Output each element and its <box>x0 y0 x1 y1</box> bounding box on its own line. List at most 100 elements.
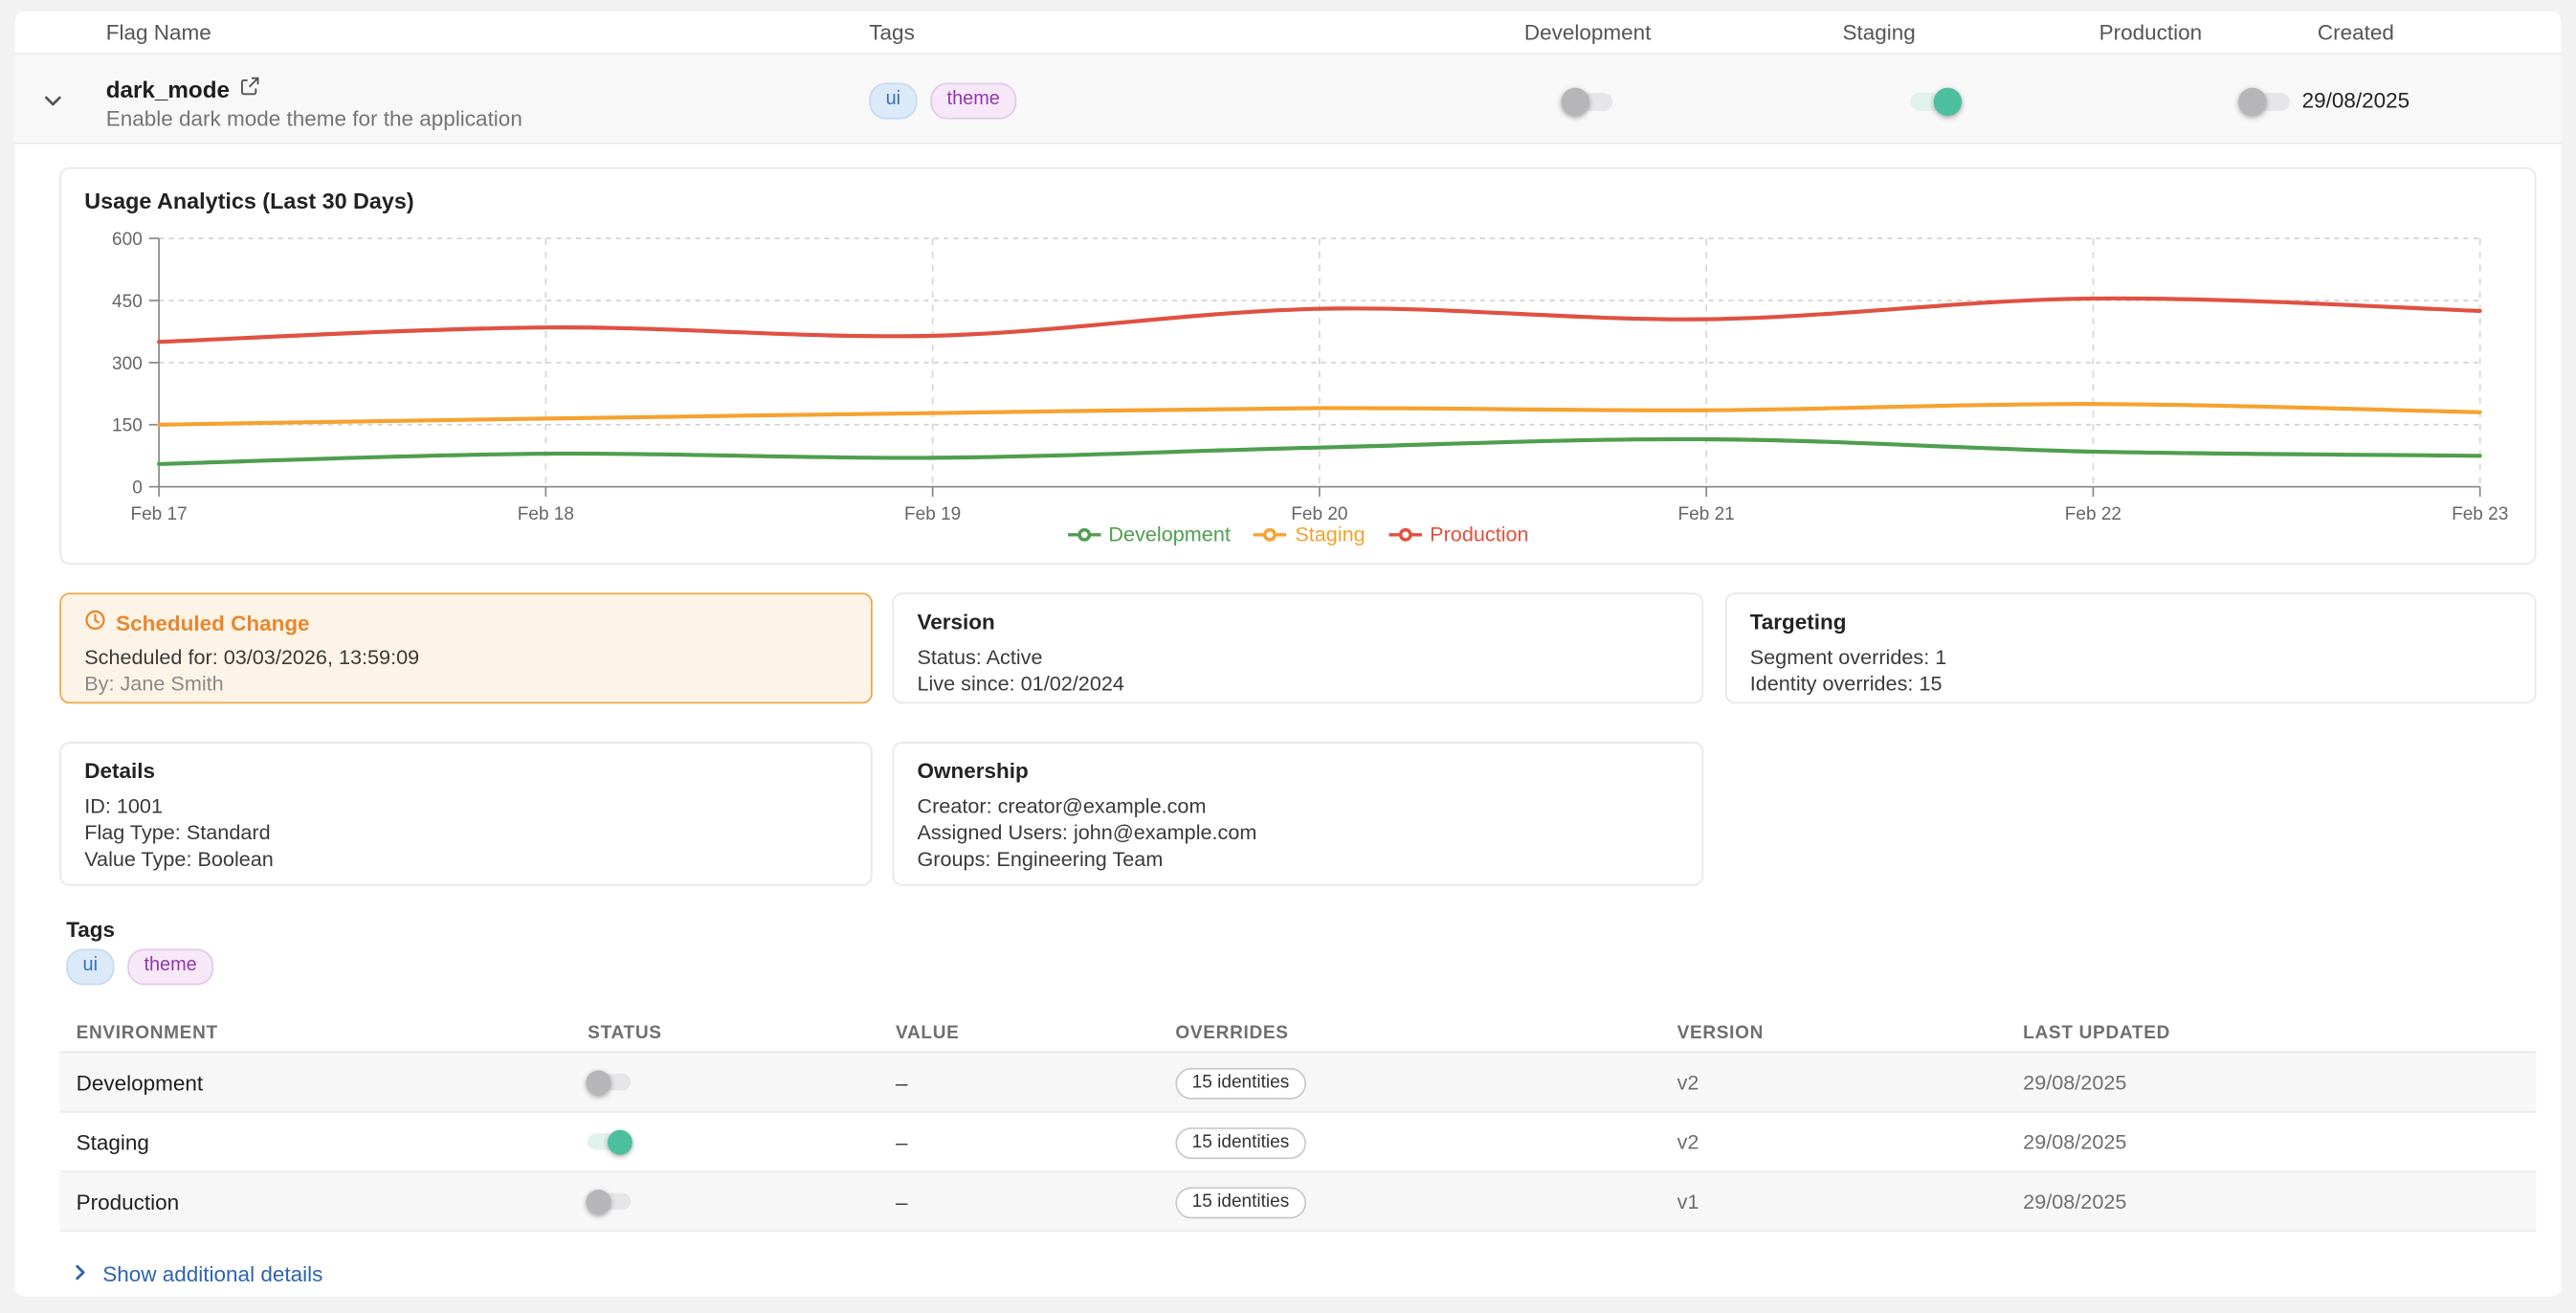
environment-name: Production <box>77 1189 180 1213</box>
value-cell: – <box>896 1189 908 1213</box>
chevron-down-icon[interactable] <box>41 89 64 121</box>
clock-icon <box>84 610 105 636</box>
legend-marker-icon <box>1254 526 1287 543</box>
svg-text:300: 300 <box>112 354 143 374</box>
last-updated-cell: 29/08/2025 <box>2023 1190 2126 1213</box>
overrides-badge[interactable]: 15 identities <box>1175 1187 1305 1218</box>
chevron-right-icon <box>71 1261 89 1286</box>
column-created: Created <box>2267 20 2446 45</box>
targeting-card: Targeting Segment overrides: 1 Identity … <box>1725 592 2537 703</box>
table-row-staging: Staging – 15 identities v2 29/08/2025 <box>59 1113 2536 1172</box>
overrides-badge[interactable]: 15 identities <box>1175 1126 1305 1158</box>
segment-overrides: Segment overrides: 1 <box>1750 644 2512 671</box>
column-staging: Staging <box>1780 20 1979 45</box>
legend-label: Staging <box>1295 523 1365 546</box>
svg-text:Feb 19: Feb 19 <box>904 504 961 523</box>
column-production: Production <box>2052 20 2251 45</box>
last-updated-cell: 29/08/2025 <box>2023 1130 2126 1153</box>
legend-item-staging: Staging <box>1254 523 1366 546</box>
version-cell: v1 <box>1677 1190 1699 1213</box>
svg-text:Feb 18: Feb 18 <box>518 504 574 523</box>
details-id: ID: 1001 <box>84 793 848 820</box>
svg-text:Feb 20: Feb 20 <box>1291 504 1347 523</box>
ownership-card: Ownership Creator: creator@example.com A… <box>893 742 1704 886</box>
legend-marker-icon <box>1388 526 1422 543</box>
chart-legend: Development Staging Production <box>61 523 2535 546</box>
table-row-development: Development – 15 identities v2 29/08/202… <box>59 1053 2536 1112</box>
version-live-since: Live since: 01/02/2024 <box>917 671 1678 698</box>
development-status-toggle[interactable] <box>588 1070 631 1095</box>
column-overrides: OVERRIDES <box>1175 1023 1288 1043</box>
svg-text:600: 600 <box>112 230 143 250</box>
ownership-creator: Creator: creator@example.com <box>917 793 1678 820</box>
ownership-assigned-users: Assigned Users: john@example.com <box>917 819 1678 846</box>
scheduled-by-text: By: Jane Smith <box>84 671 848 698</box>
line-chart-svg: 0 150 300 450 600 Feb 17 Feb 18 Feb 19 Feb 20 Feb… <box>61 225 2538 523</box>
legend-marker-icon <box>1067 526 1100 543</box>
column-status: STATUS <box>588 1023 661 1043</box>
column-development: Development <box>1488 20 1687 45</box>
environment-name: Staging <box>77 1129 149 1154</box>
flag-description: Enable dark mode theme for the applicati… <box>106 106 522 131</box>
last-updated-cell: 29/08/2025 <box>2023 1071 2126 1094</box>
column-flag-name: Flag Name <box>106 20 211 45</box>
flag-tags: ui theme <box>869 83 1016 119</box>
svg-text:0: 0 <box>132 478 143 499</box>
version-card: Version Status: Active Live since: 01/02… <box>893 592 1704 703</box>
table-row-production: Production – 15 identities v1 29/08/2025 <box>59 1172 2536 1232</box>
column-tags: Tags <box>869 20 915 45</box>
details-flag-type: Flag Type: Standard <box>84 819 848 846</box>
value-cell: – <box>896 1070 908 1095</box>
ownership-card-title: Ownership <box>917 758 1678 783</box>
overrides-badge[interactable]: 15 identities <box>1175 1067 1305 1099</box>
legend-label: Development <box>1108 523 1230 546</box>
tags-section-title: Tags <box>66 917 115 942</box>
scheduled-for-text: Scheduled for: 03/03/2026, 13:59:09 <box>84 644 848 671</box>
environments-table: ENVIRONMENT STATUS VALUE OVERRIDES VERSI… <box>59 1018 2536 1232</box>
details-card-title: Details <box>84 758 848 783</box>
svg-text:450: 450 <box>112 292 143 312</box>
scheduled-change-title: Scheduled Change <box>116 611 309 635</box>
column-last-updated: LAST UPDATED <box>2023 1023 2170 1043</box>
identity-overrides: Identity overrides: 15 <box>1750 671 2512 698</box>
feature-flags-panel: Flag Name Tags Development Staging Produ… <box>15 11 2562 1297</box>
svg-text:Feb 23: Feb 23 <box>2452 504 2508 523</box>
staging-toggle[interactable] <box>1911 88 1961 116</box>
usage-analytics-chart: 0 150 300 450 600 Feb 17 Feb 18 Feb 19 Feb 20 Feb… <box>61 225 2538 523</box>
svg-text:Feb 21: Feb 21 <box>1678 504 1735 523</box>
ownership-groups: Groups: Engineering Team <box>917 846 1678 873</box>
svg-text:Feb 22: Feb 22 <box>2065 504 2121 523</box>
legend-item-production: Production <box>1388 523 1529 546</box>
tag-theme: theme <box>930 83 1016 119</box>
targeting-card-title: Targeting <box>1750 610 2512 634</box>
show-additional-details-link[interactable]: Show additional details <box>71 1261 322 1286</box>
chart-title: Usage Analytics (Last 30 Days) <box>84 189 413 213</box>
value-cell: – <box>896 1129 908 1154</box>
tags-section: ui theme <box>66 948 213 984</box>
usage-analytics-card: Usage Analytics (Last 30 Days) 0 150 300 45… <box>59 167 2536 565</box>
flag-name: dark_mode <box>106 77 230 103</box>
legend-item-development: Development <box>1067 523 1231 546</box>
flag-row-dark-mode[interactable]: dark_mode Enable dark mode theme for the… <box>15 55 2562 144</box>
environments-table-header: ENVIRONMENT STATUS VALUE OVERRIDES VERSI… <box>59 1018 2536 1053</box>
column-version: VERSION <box>1677 1023 1765 1043</box>
legend-label: Production <box>1430 523 1528 546</box>
tag-theme: theme <box>127 948 213 984</box>
version-card-title: Version <box>917 610 1678 634</box>
development-toggle[interactable] <box>1563 88 1612 116</box>
staging-status-toggle[interactable] <box>588 1129 631 1154</box>
column-environment: ENVIRONMENT <box>77 1023 218 1043</box>
production-status-toggle[interactable] <box>588 1189 631 1213</box>
svg-text:Feb 17: Feb 17 <box>130 504 187 523</box>
tag-ui: ui <box>869 83 917 119</box>
details-card: Details ID: 1001 Flag Type: Standard Val… <box>59 742 872 886</box>
external-link-icon[interactable] <box>239 75 259 104</box>
version-cell: v2 <box>1677 1130 1699 1153</box>
flags-table-header: Flag Name Tags Development Staging Produ… <box>15 11 2562 55</box>
version-status: Status: Active <box>917 644 1678 671</box>
details-value-type: Value Type: Boolean <box>84 846 848 873</box>
svg-text:150: 150 <box>112 416 143 436</box>
page: Flag Name Tags Development Staging Produ… <box>0 0 2576 1313</box>
show-additional-details-label: Show additional details <box>102 1261 322 1286</box>
tag-ui: ui <box>66 948 114 984</box>
